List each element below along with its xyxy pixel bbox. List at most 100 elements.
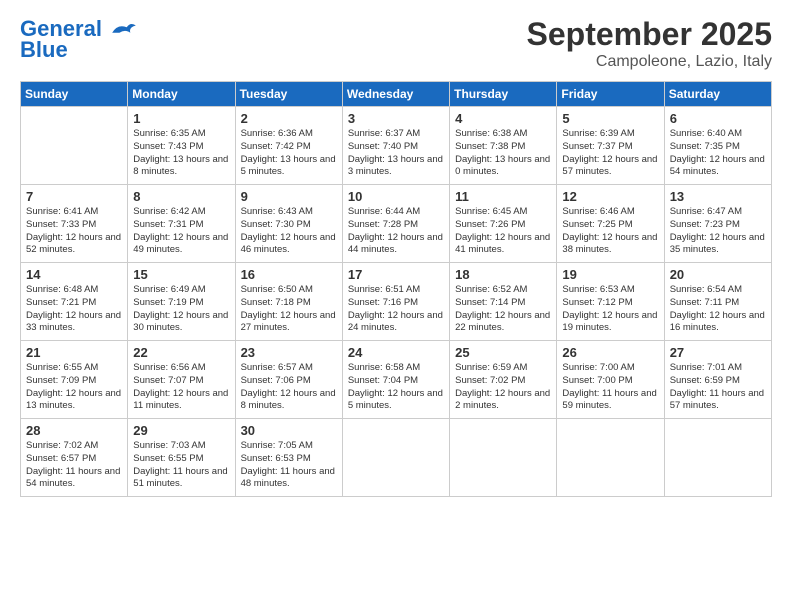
day-number: 5 [562, 111, 658, 126]
day-info: Sunrise: 6:40 AMSunset: 7:35 PMDaylight:… [670, 128, 766, 179]
day-info: Sunrise: 7:00 AMSunset: 7:00 PMDaylight:… [562, 362, 658, 413]
day-info: Sunrise: 6:35 AMSunset: 7:43 PMDaylight:… [133, 128, 229, 179]
location-title: Campoleone, Lazio, Italy [527, 53, 772, 71]
table-row: 21 Sunrise: 6:55 AMSunset: 7:09 PMDaylig… [21, 341, 128, 419]
page: General Blue September 2025 Campoleone, … [0, 0, 792, 612]
day-info: Sunrise: 6:57 AMSunset: 7:06 PMDaylight:… [241, 362, 337, 413]
table-row: 15 Sunrise: 6:49 AMSunset: 7:19 PMDaylig… [128, 263, 235, 341]
table-row [557, 419, 664, 497]
table-row: 5 Sunrise: 6:39 AMSunset: 7:37 PMDayligh… [557, 107, 664, 185]
month-title: September 2025 [527, 16, 772, 53]
header-thursday: Thursday [450, 82, 557, 107]
header-sunday: Sunday [21, 82, 128, 107]
table-row [664, 419, 771, 497]
table-row: 4 Sunrise: 6:38 AMSunset: 7:38 PMDayligh… [450, 107, 557, 185]
header-monday: Monday [128, 82, 235, 107]
day-info: Sunrise: 7:05 AMSunset: 6:53 PMDaylight:… [241, 440, 337, 491]
table-row: 7 Sunrise: 6:41 AMSunset: 7:33 PMDayligh… [21, 185, 128, 263]
table-row: 19 Sunrise: 6:53 AMSunset: 7:12 PMDaylig… [557, 263, 664, 341]
day-info: Sunrise: 6:38 AMSunset: 7:38 PMDaylight:… [455, 128, 551, 179]
day-info: Sunrise: 6:52 AMSunset: 7:14 PMDaylight:… [455, 284, 551, 335]
table-row: 1 Sunrise: 6:35 AMSunset: 7:43 PMDayligh… [128, 107, 235, 185]
table-row: 29 Sunrise: 7:03 AMSunset: 6:55 PMDaylig… [128, 419, 235, 497]
day-number: 3 [348, 111, 444, 126]
day-info: Sunrise: 6:55 AMSunset: 7:09 PMDaylight:… [26, 362, 122, 413]
table-row: 27 Sunrise: 7:01 AMSunset: 6:59 PMDaylig… [664, 341, 771, 419]
day-number: 27 [670, 345, 766, 360]
day-info: Sunrise: 6:47 AMSunset: 7:23 PMDaylight:… [670, 206, 766, 257]
table-row: 23 Sunrise: 6:57 AMSunset: 7:06 PMDaylig… [235, 341, 342, 419]
day-info: Sunrise: 6:53 AMSunset: 7:12 PMDaylight:… [562, 284, 658, 335]
day-info: Sunrise: 6:41 AMSunset: 7:33 PMDaylight:… [26, 206, 122, 257]
header: General Blue September 2025 Campoleone, … [20, 16, 772, 71]
calendar-header-row: Sunday Monday Tuesday Wednesday Thursday… [21, 82, 772, 107]
day-number: 23 [241, 345, 337, 360]
table-row [450, 419, 557, 497]
calendar-week-row: 21 Sunrise: 6:55 AMSunset: 7:09 PMDaylig… [21, 341, 772, 419]
day-number: 19 [562, 267, 658, 282]
table-row: 10 Sunrise: 6:44 AMSunset: 7:28 PMDaylig… [342, 185, 449, 263]
table-row: 3 Sunrise: 6:37 AMSunset: 7:40 PMDayligh… [342, 107, 449, 185]
day-number: 2 [241, 111, 337, 126]
day-number: 1 [133, 111, 229, 126]
table-row: 6 Sunrise: 6:40 AMSunset: 7:35 PMDayligh… [664, 107, 771, 185]
calendar-table: Sunday Monday Tuesday Wednesday Thursday… [20, 81, 772, 497]
calendar-week-row: 1 Sunrise: 6:35 AMSunset: 7:43 PMDayligh… [21, 107, 772, 185]
table-row: 22 Sunrise: 6:56 AMSunset: 7:07 PMDaylig… [128, 341, 235, 419]
day-number: 18 [455, 267, 551, 282]
table-row: 9 Sunrise: 6:43 AMSunset: 7:30 PMDayligh… [235, 185, 342, 263]
day-info: Sunrise: 6:44 AMSunset: 7:28 PMDaylight:… [348, 206, 444, 257]
day-number: 29 [133, 423, 229, 438]
day-info: Sunrise: 6:39 AMSunset: 7:37 PMDaylight:… [562, 128, 658, 179]
day-number: 22 [133, 345, 229, 360]
day-info: Sunrise: 6:43 AMSunset: 7:30 PMDaylight:… [241, 206, 337, 257]
day-info: Sunrise: 6:36 AMSunset: 7:42 PMDaylight:… [241, 128, 337, 179]
table-row: 26 Sunrise: 7:00 AMSunset: 7:00 PMDaylig… [557, 341, 664, 419]
table-row: 20 Sunrise: 6:54 AMSunset: 7:11 PMDaylig… [664, 263, 771, 341]
table-row: 18 Sunrise: 6:52 AMSunset: 7:14 PMDaylig… [450, 263, 557, 341]
logo-bird-icon [110, 20, 138, 40]
header-tuesday: Tuesday [235, 82, 342, 107]
day-number: 8 [133, 189, 229, 204]
day-info: Sunrise: 6:46 AMSunset: 7:25 PMDaylight:… [562, 206, 658, 257]
table-row: 30 Sunrise: 7:05 AMSunset: 6:53 PMDaylig… [235, 419, 342, 497]
table-row: 12 Sunrise: 6:46 AMSunset: 7:25 PMDaylig… [557, 185, 664, 263]
day-info: Sunrise: 6:37 AMSunset: 7:40 PMDaylight:… [348, 128, 444, 179]
table-row: 25 Sunrise: 6:59 AMSunset: 7:02 PMDaylig… [450, 341, 557, 419]
day-number: 25 [455, 345, 551, 360]
table-row [21, 107, 128, 185]
table-row: 14 Sunrise: 6:48 AMSunset: 7:21 PMDaylig… [21, 263, 128, 341]
day-info: Sunrise: 6:51 AMSunset: 7:16 PMDaylight:… [348, 284, 444, 335]
day-info: Sunrise: 7:02 AMSunset: 6:57 PMDaylight:… [26, 440, 122, 491]
calendar-week-row: 14 Sunrise: 6:48 AMSunset: 7:21 PMDaylig… [21, 263, 772, 341]
day-info: Sunrise: 6:48 AMSunset: 7:21 PMDaylight:… [26, 284, 122, 335]
title-block: September 2025 Campoleone, Lazio, Italy [527, 16, 772, 71]
day-number: 21 [26, 345, 122, 360]
day-number: 16 [241, 267, 337, 282]
calendar-week-row: 28 Sunrise: 7:02 AMSunset: 6:57 PMDaylig… [21, 419, 772, 497]
day-info: Sunrise: 6:58 AMSunset: 7:04 PMDaylight:… [348, 362, 444, 413]
day-number: 28 [26, 423, 122, 438]
table-row: 28 Sunrise: 7:02 AMSunset: 6:57 PMDaylig… [21, 419, 128, 497]
day-number: 6 [670, 111, 766, 126]
day-number: 7 [26, 189, 122, 204]
day-number: 9 [241, 189, 337, 204]
day-number: 11 [455, 189, 551, 204]
day-number: 14 [26, 267, 122, 282]
table-row: 17 Sunrise: 6:51 AMSunset: 7:16 PMDaylig… [342, 263, 449, 341]
logo: General Blue [20, 16, 138, 63]
table-row: 24 Sunrise: 6:58 AMSunset: 7:04 PMDaylig… [342, 341, 449, 419]
table-row: 16 Sunrise: 6:50 AMSunset: 7:18 PMDaylig… [235, 263, 342, 341]
day-number: 24 [348, 345, 444, 360]
day-number: 26 [562, 345, 658, 360]
table-row [342, 419, 449, 497]
day-info: Sunrise: 6:50 AMSunset: 7:18 PMDaylight:… [241, 284, 337, 335]
day-number: 10 [348, 189, 444, 204]
table-row: 2 Sunrise: 6:36 AMSunset: 7:42 PMDayligh… [235, 107, 342, 185]
day-number: 13 [670, 189, 766, 204]
day-number: 15 [133, 267, 229, 282]
header-saturday: Saturday [664, 82, 771, 107]
day-number: 20 [670, 267, 766, 282]
day-number: 12 [562, 189, 658, 204]
header-friday: Friday [557, 82, 664, 107]
